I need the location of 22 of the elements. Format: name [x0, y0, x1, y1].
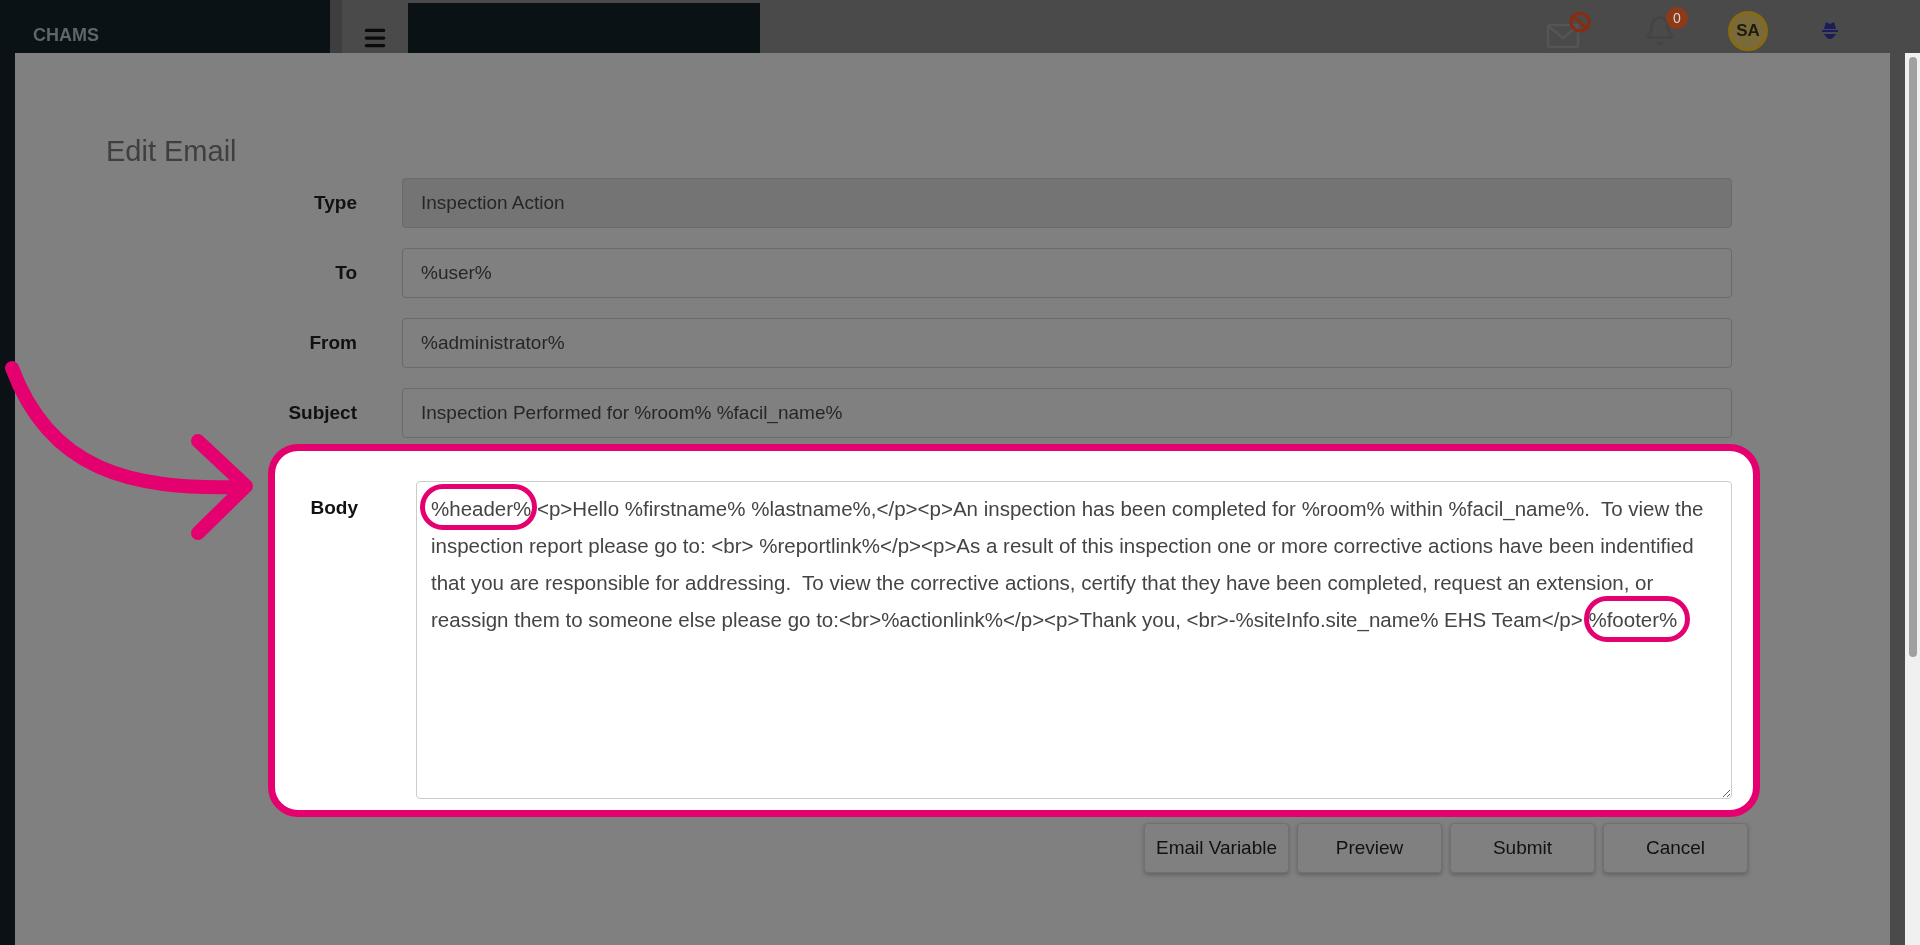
user-avatar[interactable]: SA — [1728, 10, 1768, 51]
dialog-button[interactable]: Preview — [1297, 823, 1442, 873]
text-field[interactable]: %administrator% — [402, 318, 1732, 368]
dialog-button[interactable]: Submit — [1450, 823, 1595, 873]
field-label: To — [335, 262, 357, 284]
dialog-button[interactable]: Email Variable — [1144, 823, 1289, 873]
scrollbar[interactable] — [330, 0, 342, 53]
text-field[interactable]: %user% — [402, 248, 1732, 298]
field-label: Body — [310, 497, 358, 520]
field-label: From — [309, 332, 357, 354]
dialog-button[interactable]: Cancel — [1603, 823, 1748, 873]
field-label: Subject — [288, 402, 357, 424]
notification-badge: 0 — [1666, 6, 1688, 29]
scrollbar-thumb[interactable] — [1908, 57, 1917, 657]
scrollbar[interactable] — [1905, 53, 1920, 945]
body-field[interactable]: %header% <p>Hello %firstname% %lastname%,</p><p>An inspection has been completed for %room% within %facil_name%. To view the inspection report please go to: <br> %reportlink%</p><p>As a result of this inspection one or more corrective actions have been indentified that you are responsible for addressing. To view the corrective actions, certify that they have been completed, request an extension, or reassign them to someone else please go to:<br>%actionlink%</p><p>Thank you, <br>-%siteInfo.site_name% EHS Team</p> %footer% — [416, 481, 1732, 799]
user-secret-icon[interactable] — [1820, 19, 1840, 42]
mail-blocked-icon[interactable] — [1546, 10, 1592, 51]
dialog-title: Edit Email — [106, 135, 238, 168]
field-label: Type — [314, 192, 357, 214]
brand-name: CHAMS — [33, 25, 99, 46]
text-field[interactable]: Inspection Performed for %room% %facil_name% — [402, 388, 1732, 438]
